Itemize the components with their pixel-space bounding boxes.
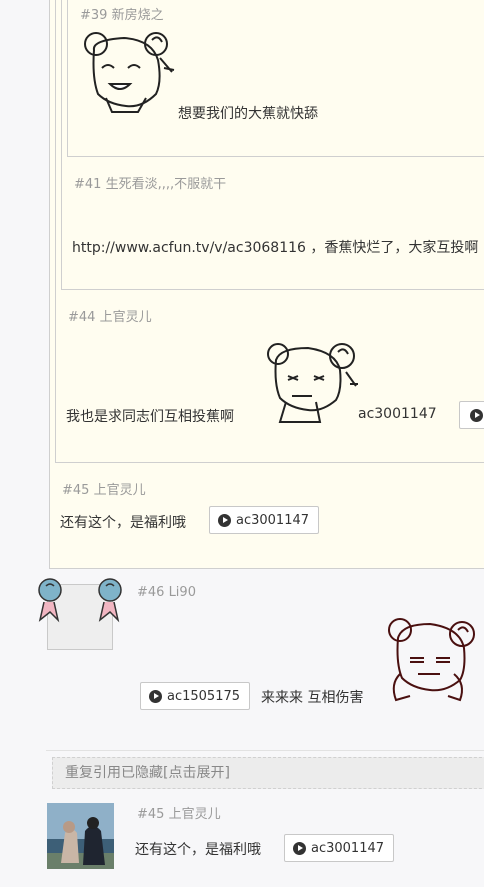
quote-44-text: 我也是求同志们互相投蕉啊 <box>66 409 234 425</box>
emoticon-image <box>267 343 358 423</box>
quote-44-ac-text: ac3001147 <box>358 406 437 422</box>
expand-hidden-quotes-button[interactable]: 重复引用已隐藏[点击展开] <box>52 757 484 789</box>
ac-link-button[interactable]: ac1505175 <box>140 682 251 710</box>
avatar-frame-decoration <box>38 578 122 623</box>
post-46-text: 来来来 互相伤害 <box>261 690 364 706</box>
ac-link-label: ac3001147 <box>236 512 310 528</box>
emoticon-image <box>84 32 175 113</box>
ac-link-label: ac1505175 <box>167 688 241 704</box>
emoticon-image <box>388 618 475 702</box>
divider <box>46 750 484 751</box>
avatar[interactable] <box>47 803 114 869</box>
play-icon <box>149 689 162 703</box>
post-46-header: #46 Li90 <box>137 585 196 600</box>
quote-45-header: #45 上官灵儿 <box>62 483 146 498</box>
quote-39-header: #39 新房烧之 <box>80 8 164 23</box>
ac-link-button[interactable]: ac3001147 <box>284 834 395 862</box>
quote-39-text: 想要我们的大蕉就快舔 <box>178 106 318 122</box>
play-icon <box>293 841 306 855</box>
quote-41-header: #41 生死看淡,,,,不服就干 <box>74 177 227 192</box>
play-icon <box>470 408 483 422</box>
ac-link-button[interactable] <box>459 401 484 429</box>
ac-link-button[interactable]: ac3001147 <box>209 506 320 534</box>
ac-link-label: ac3001147 <box>311 840 385 856</box>
post-45-text: 还有这个，是福利哦 <box>135 842 261 858</box>
post-45-header: #45 上官灵儿 <box>137 807 221 822</box>
quote-41-text: http://www.acfun.tv/v/ac3068116 ，香蕉快烂了，大… <box>72 240 479 256</box>
quote-44-header: #44 上官灵儿 <box>68 310 152 325</box>
quote-45-text: 还有这个，是福利哦 <box>60 515 186 531</box>
play-icon <box>218 513 231 527</box>
